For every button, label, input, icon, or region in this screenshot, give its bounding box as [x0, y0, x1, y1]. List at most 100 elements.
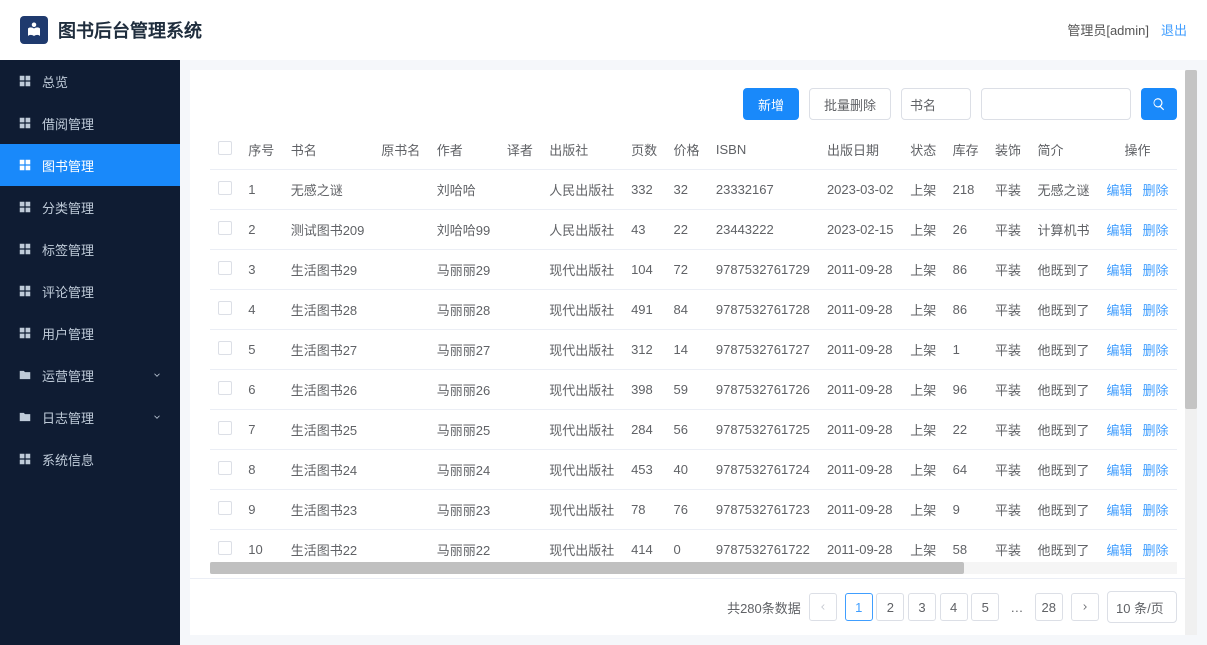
cell-isbn: 9787532761728 [708, 290, 819, 330]
cell-binding: 平装 [987, 450, 1029, 490]
delete-link[interactable]: 删除 [1143, 543, 1169, 558]
delete-link[interactable]: 删除 [1143, 183, 1169, 198]
grid-icon [18, 200, 32, 214]
cell-stock: 22 [945, 410, 987, 450]
page-size-select[interactable]: 10 条/页 [1107, 591, 1177, 623]
chevron-down-icon [152, 368, 162, 383]
sidebar-item-1[interactable]: 借阅管理 [0, 102, 180, 144]
sidebar-item-label: 评论管理 [42, 282, 94, 301]
grid-icon [18, 326, 32, 340]
row-checkbox[interactable] [218, 381, 232, 395]
edit-link[interactable]: 编辑 [1107, 423, 1133, 438]
column-header: ISBN [708, 130, 819, 170]
cell-seq: 7 [240, 410, 282, 450]
row-checkbox[interactable] [218, 421, 232, 435]
cell-orig [373, 210, 429, 250]
cell-desc: 他既到了 [1029, 490, 1098, 530]
vertical-scrollbar[interactable] [1185, 70, 1197, 635]
sidebar-item-3[interactable]: 分类管理 [0, 186, 180, 228]
row-checkbox[interactable] [218, 221, 232, 235]
sidebar-item-9[interactable]: 系统信息 [0, 438, 180, 480]
page-number-1[interactable]: 1 [845, 593, 873, 621]
batch-delete-button[interactable]: 批量删除 [809, 88, 891, 120]
edit-link[interactable]: 编辑 [1107, 383, 1133, 398]
sidebar-item-2[interactable]: 图书管理 [0, 144, 180, 186]
sidebar-item-8[interactable]: 日志管理 [0, 396, 180, 438]
edit-link[interactable]: 编辑 [1107, 543, 1133, 558]
edit-link[interactable]: 编辑 [1107, 303, 1133, 318]
delete-link[interactable]: 删除 [1143, 423, 1169, 438]
next-page-button[interactable] [1071, 593, 1099, 621]
prev-page-button[interactable] [809, 593, 837, 621]
row-checkbox[interactable] [218, 501, 232, 515]
select-all-checkbox[interactable] [218, 141, 232, 155]
cell-isbn: 9787532761725 [708, 410, 819, 450]
sidebar-item-0[interactable]: 总览 [0, 60, 180, 102]
add-button[interactable]: 新增 [743, 88, 799, 120]
cell-seq: 6 [240, 370, 282, 410]
sidebar-item-5[interactable]: 评论管理 [0, 270, 180, 312]
edit-link[interactable]: 编辑 [1107, 183, 1133, 198]
cell-seq: 8 [240, 450, 282, 490]
sidebar: 总览借阅管理图书管理分类管理标签管理评论管理用户管理运营管理日志管理系统信息 [0, 60, 180, 645]
column-header: 作者 [429, 130, 499, 170]
cell-title: 生活图书25 [283, 410, 374, 450]
cell-title: 生活图书24 [283, 450, 374, 490]
cell-status: 上架 [902, 170, 944, 210]
page-number-2[interactable]: 2 [876, 593, 904, 621]
search-input[interactable] [981, 88, 1131, 120]
column-header: 书名 [283, 130, 374, 170]
cell-status: 上架 [902, 330, 944, 370]
cell-title: 生活图书22 [283, 530, 374, 563]
page-number-4[interactable]: 4 [940, 593, 968, 621]
cell-price: 56 [665, 410, 707, 450]
cell-desc: 他既到了 [1029, 290, 1098, 330]
cell-pubdate: 2011-09-28 [819, 370, 902, 410]
page-number-28[interactable]: 28 [1035, 593, 1063, 621]
delete-link[interactable]: 删除 [1143, 303, 1169, 318]
row-checkbox[interactable] [218, 341, 232, 355]
cell-publisher: 现代出版社 [541, 330, 623, 370]
cell-stock: 86 [945, 250, 987, 290]
logout-link[interactable]: 退出 [1161, 20, 1187, 39]
sidebar-item-label: 分类管理 [42, 198, 94, 217]
cell-status: 上架 [902, 410, 944, 450]
delete-link[interactable]: 删除 [1143, 463, 1169, 478]
grid-icon [18, 284, 32, 298]
cell-title: 生活图书23 [283, 490, 374, 530]
cell-pages: 284 [623, 410, 665, 450]
sidebar-item-4[interactable]: 标签管理 [0, 228, 180, 270]
search-field-select[interactable]: 书名 [901, 88, 971, 120]
column-header: 原书名 [373, 130, 429, 170]
row-checkbox[interactable] [218, 181, 232, 195]
horizontal-scrollbar[interactable] [210, 562, 1177, 574]
page-number-3[interactable]: 3 [908, 593, 936, 621]
edit-link[interactable]: 编辑 [1107, 223, 1133, 238]
row-checkbox[interactable] [218, 461, 232, 475]
row-checkbox[interactable] [218, 541, 232, 555]
delete-link[interactable]: 删除 [1143, 223, 1169, 238]
cell-binding: 平装 [987, 490, 1029, 530]
delete-link[interactable]: 删除 [1143, 503, 1169, 518]
sidebar-item-label: 借阅管理 [42, 114, 94, 133]
cell-binding: 平装 [987, 170, 1029, 210]
cell-publisher: 现代出版社 [541, 450, 623, 490]
page-number-5[interactable]: 5 [971, 593, 999, 621]
page-ellipsis: … [1003, 593, 1031, 621]
cell-pages: 332 [623, 170, 665, 210]
edit-link[interactable]: 编辑 [1107, 463, 1133, 478]
edit-link[interactable]: 编辑 [1107, 343, 1133, 358]
row-checkbox[interactable] [218, 261, 232, 275]
row-checkbox[interactable] [218, 301, 232, 315]
edit-link[interactable]: 编辑 [1107, 503, 1133, 518]
cell-orig [373, 250, 429, 290]
sidebar-item-6[interactable]: 用户管理 [0, 312, 180, 354]
search-button[interactable] [1141, 88, 1177, 120]
delete-link[interactable]: 删除 [1143, 383, 1169, 398]
edit-link[interactable]: 编辑 [1107, 263, 1133, 278]
cell-pubdate: 2011-09-28 [819, 250, 902, 290]
sidebar-item-7[interactable]: 运营管理 [0, 354, 180, 396]
grid-icon [18, 158, 32, 172]
delete-link[interactable]: 删除 [1143, 263, 1169, 278]
delete-link[interactable]: 删除 [1143, 343, 1169, 358]
